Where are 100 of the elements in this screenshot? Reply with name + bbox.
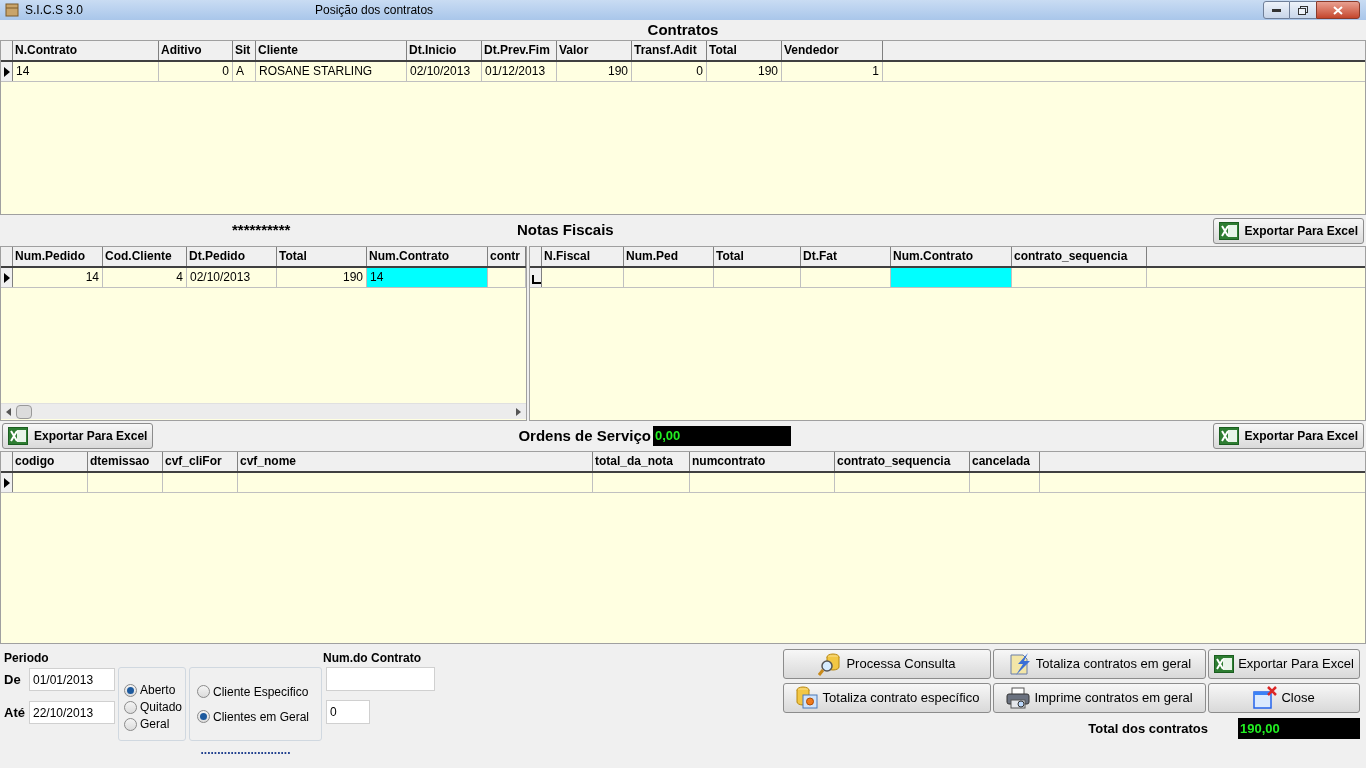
column-header[interactable]: cancelada	[970, 452, 1040, 471]
table-cell: A	[233, 62, 256, 81]
column-header[interactable]: Dt.Inicio	[407, 41, 482, 60]
action-button[interactable]: Processa Consulta	[783, 649, 991, 679]
scroll-left-icon[interactable]	[6, 407, 11, 416]
spreadsheet-icon	[1214, 655, 1235, 673]
app-name: S.I.C.S 3.0	[25, 2, 85, 19]
table-cell: 14	[367, 268, 488, 287]
scroll-right-icon[interactable]	[516, 407, 521, 416]
export-excel-button[interactable]: Exportar Para Excel	[1212, 423, 1364, 449]
section-title: Notas Fiscais	[517, 220, 614, 241]
radio-label[interactable]: Clientes em Geral	[213, 707, 310, 726]
table-cell: 14	[13, 268, 103, 287]
window-close-icon	[1253, 686, 1278, 710]
caption-text: **********	[232, 220, 292, 241]
radio-button[interactable]	[124, 683, 137, 697]
column-header[interactable]: Dt.Prev.Fim	[482, 41, 557, 60]
column-header[interactable]: Vendedor	[782, 41, 883, 60]
number-field[interactable]: 0	[326, 700, 370, 724]
column-header[interactable]: total_da_nota	[593, 452, 690, 471]
spreadsheet-icon	[1218, 221, 1239, 240]
dotted-text: ...........................	[200, 743, 291, 757]
contract-number-field[interactable]	[326, 667, 435, 691]
table-cell: 02/10/2013	[187, 268, 277, 287]
radio-button[interactable]	[124, 700, 137, 714]
column-header[interactable]: Dt.Fat	[801, 247, 891, 266]
column-header[interactable]: Total	[277, 247, 367, 266]
column-header[interactable]: Num.Contrato	[891, 247, 1012, 266]
column-header[interactable]: N.Contrato	[13, 41, 159, 60]
action-button[interactable]: Imprime contratos em geral	[993, 683, 1206, 713]
date-field[interactable]: 01/01/2013	[29, 668, 115, 691]
column-header[interactable]: numcontrato	[690, 452, 835, 471]
total-display: 190,00	[1238, 718, 1360, 739]
column-header[interactable]: N.Fiscal	[542, 247, 624, 266]
column-header[interactable]: Cod.Cliente	[103, 247, 187, 266]
date-field[interactable]: 22/10/2013	[29, 701, 115, 724]
table-cell: 0	[632, 62, 707, 81]
table-cell: 14	[13, 62, 159, 81]
table-cell: ROSANE STARLING	[256, 62, 407, 81]
to-label: Até	[4, 703, 26, 722]
minimize-icon	[1272, 8, 1281, 12]
radio-label[interactable]: Geral	[140, 715, 170, 733]
table-cell: 190	[557, 62, 632, 81]
column-header[interactable]: Num.Ped	[624, 247, 714, 266]
action-button[interactable]: Totaliza contratos em geral	[993, 649, 1206, 679]
from-label: De	[4, 670, 22, 689]
export-excel-button[interactable]: Exportar Para Excel	[1212, 217, 1364, 244]
section-title: Ordens de Serviço	[518, 425, 651, 446]
database-search-icon	[818, 652, 843, 676]
column-header[interactable]: Transf.Adit	[632, 41, 707, 60]
scrollbar-thumb[interactable]	[16, 404, 32, 419]
table-cell: 0	[159, 62, 233, 81]
spreadsheet-icon	[8, 427, 28, 445]
column-header[interactable]: contr	[488, 247, 526, 266]
column-header[interactable]: Cliente	[256, 41, 407, 60]
action-button[interactable]: Totaliza contrato específico	[783, 683, 991, 713]
document-lightning-icon	[1007, 652, 1032, 676]
radio-button[interactable]	[124, 717, 137, 731]
action-button[interactable]: Close	[1208, 683, 1360, 713]
table-cell: 4	[103, 268, 187, 287]
horizontal-scrollbar[interactable]	[1, 403, 526, 419]
column-header[interactable]: contrato_sequencia	[1012, 247, 1147, 266]
radio-label[interactable]: Cliente Especifico	[213, 682, 309, 701]
database-gear-icon	[794, 686, 819, 710]
column-header[interactable]: Aditivo	[159, 41, 233, 60]
radio-label[interactable]: Quitado	[140, 698, 183, 716]
app-icon	[5, 3, 19, 17]
close-icon	[1333, 5, 1343, 15]
column-header[interactable]: cvf_cliFor	[163, 452, 238, 471]
column-header[interactable]: Num.Contrato	[367, 247, 488, 266]
restore-icon	[1298, 5, 1308, 15]
restore-button[interactable]	[1290, 1, 1316, 19]
radio-button[interactable]	[197, 685, 210, 698]
action-button[interactable]: Exportar Para Excel	[1208, 649, 1360, 679]
column-header[interactable]: dtemissao	[88, 452, 163, 471]
contract-number-label: Num.do Contrato	[323, 650, 421, 667]
radio-button[interactable]	[197, 710, 210, 723]
column-header[interactable]: contrato_sequencia	[835, 452, 970, 471]
period-label: Periodo	[4, 650, 50, 667]
column-header[interactable]: Sit	[233, 41, 256, 60]
column-header[interactable]: Dt.Pedido	[187, 247, 277, 266]
column-header[interactable]: cvf_nome	[238, 452, 593, 471]
column-header[interactable]: Num.Pedido	[13, 247, 103, 266]
minimize-button[interactable]	[1263, 1, 1290, 19]
section-title: Contratos	[646, 20, 720, 40]
table-cell: 01/12/2013	[482, 62, 557, 81]
total-display: 0,00	[652, 426, 791, 446]
column-header[interactable]: Total	[714, 247, 801, 266]
spreadsheet-icon	[1218, 427, 1239, 445]
close-button[interactable]	[1316, 1, 1360, 19]
window-title: Posição dos contratos	[315, 2, 434, 19]
radio-label[interactable]: Aberto	[140, 681, 176, 699]
column-header[interactable]: codigo	[13, 452, 88, 471]
column-header[interactable]: Valor	[557, 41, 632, 60]
column-header[interactable]: Total	[707, 41, 782, 60]
printer-icon	[1006, 686, 1031, 710]
export-excel-button[interactable]: Exportar Para Excel	[2, 423, 154, 449]
total-label: Total dos contratos	[1088, 719, 1208, 738]
table-cell: 1	[782, 62, 883, 81]
table-cell: 190	[707, 62, 782, 81]
